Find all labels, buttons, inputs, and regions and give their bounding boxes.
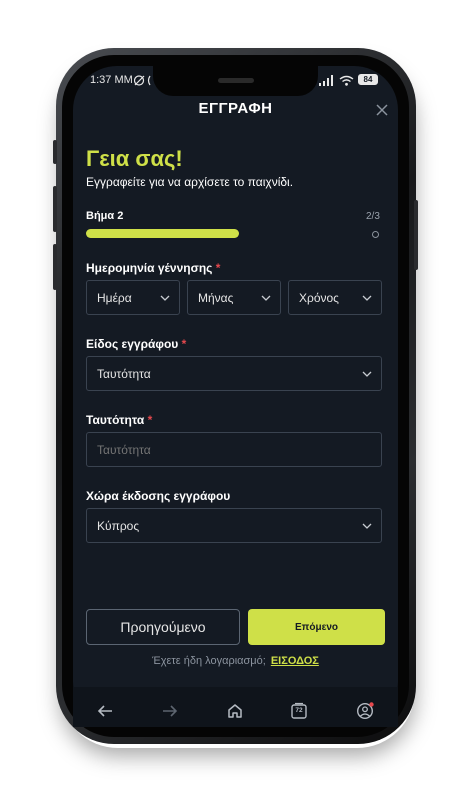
tabs-count: 72 <box>295 707 303 714</box>
step-label: Βήμα 2 <box>86 210 124 222</box>
issue-country-select[interactable]: Κύπρος <box>86 508 382 543</box>
page-title: ΕΓΓΡΑΦΗ <box>198 100 273 117</box>
birth-date-label-text: Ημερομηνία γέννησης <box>86 261 213 275</box>
issue-country-value: Κύπρος <box>97 518 140 533</box>
phone-speaker <box>218 78 254 83</box>
phone-power-button <box>414 200 418 270</box>
chevron-down-icon <box>160 295 170 301</box>
chevron-down-icon <box>362 295 372 301</box>
greeting-title: Γεια σας! <box>86 146 183 171</box>
next-button[interactable]: Επόμενο <box>248 609 385 645</box>
notification-icons <box>134 75 151 86</box>
document-type-label-text: Είδος εγγράφου <box>86 337 179 351</box>
birth-month-value: Μήνας <box>198 290 234 305</box>
phone-silent-switch <box>53 140 57 164</box>
login-prompt: Έχετε ήδη λογαριασμό; ΕΙΣΟΔΟΣ <box>73 655 398 667</box>
greeting-subtitle: Εγγραφείτε για να αρχίσετε το παιχνίδι. <box>86 175 294 189</box>
id-label: Ταυτότητα * <box>86 413 152 427</box>
birth-date-label: Ημερομηνία γέννησης * <box>86 261 220 275</box>
tabs-icon[interactable]: 72 <box>290 702 308 720</box>
account-icon[interactable] <box>356 702 374 720</box>
status-time: 1:37 ΜΜ <box>90 74 133 86</box>
birth-day-select[interactable]: Ημέρα <box>86 280 180 315</box>
battery-icon: 84 <box>358 74 378 85</box>
document-type-label: Είδος εγγράφου * <box>86 337 186 351</box>
back-arrow-icon[interactable] <box>96 702 114 720</box>
login-question: Έχετε ήδη λογαριασμό; <box>152 655 266 667</box>
birth-day-value: Ημέρα <box>97 290 132 305</box>
signal-icon <box>319 75 333 86</box>
home-icon[interactable] <box>226 702 244 720</box>
id-number-input[interactable] <box>86 432 382 467</box>
close-icon[interactable] <box>375 103 389 117</box>
birth-year-select[interactable]: Χρόνος <box>288 280 382 315</box>
birth-month-select[interactable]: Μήνας <box>187 280 281 315</box>
step-count: 2/3 <box>366 211 380 222</box>
progress-bar-fill <box>86 229 239 238</box>
required-marker: * <box>181 337 187 351</box>
id-label-text: Ταυτότητα <box>86 413 145 427</box>
forward-arrow-icon[interactable] <box>161 702 179 720</box>
progress-end-marker <box>372 231 379 238</box>
birth-year-value: Χρόνος <box>299 290 339 305</box>
required-marker: * <box>147 413 153 427</box>
chevron-down-icon <box>261 295 271 301</box>
phone-volume-down <box>53 244 57 290</box>
document-type-select[interactable]: Ταυτότητα <box>86 356 382 391</box>
login-link[interactable]: ΕΙΣΟΔΟΣ <box>271 655 319 667</box>
chevron-down-icon <box>362 371 372 377</box>
required-marker: * <box>215 261 221 275</box>
phone-volume-up <box>53 186 57 232</box>
document-type-value: Ταυτότητα <box>97 366 151 381</box>
issue-country-label: Χώρα έκδοσης εγγράφου <box>86 489 231 503</box>
chevron-down-icon <box>362 523 372 529</box>
wifi-icon <box>339 75 354 86</box>
previous-button[interactable]: Προηγούμενο <box>86 609 240 645</box>
